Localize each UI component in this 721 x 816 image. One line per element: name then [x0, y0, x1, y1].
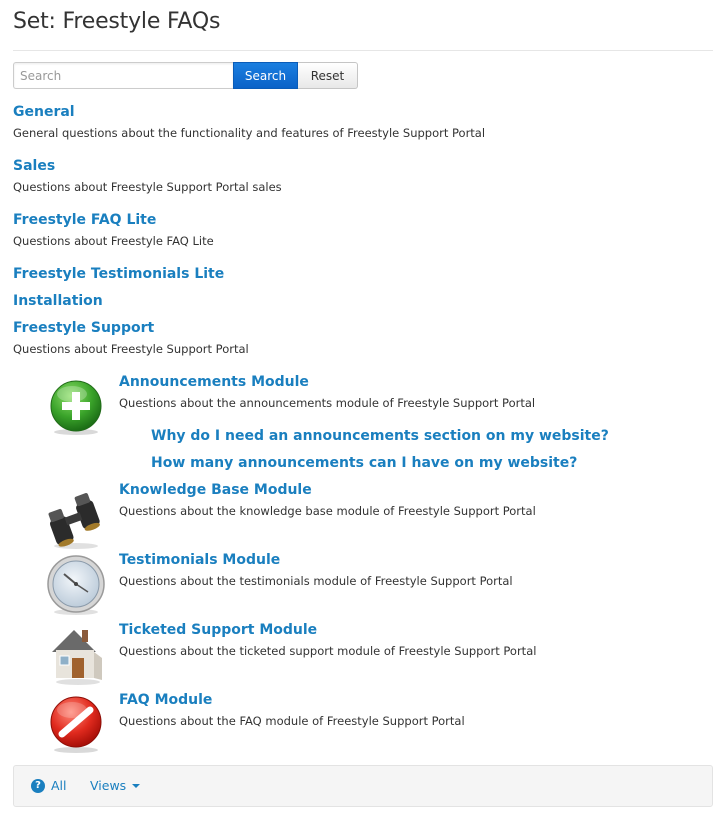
- subcategory-link-ticketed-support[interactable]: Ticketed Support Module: [119, 621, 536, 639]
- category-description: Questions about Freestyle Support Portal…: [13, 180, 282, 194]
- category-link-faq-lite[interactable]: Freestyle FAQ Lite: [13, 211, 214, 229]
- views-label: Views: [90, 778, 127, 793]
- subcategory-description: Questions about the testimonials module …: [119, 574, 513, 588]
- all-link[interactable]: ? All: [31, 778, 67, 793]
- search-input[interactable]: [13, 62, 233, 89]
- plus-icon[interactable]: [44, 374, 108, 438]
- subcategory-knowledge-base: Knowledge Base Module Questions about th…: [119, 481, 536, 519]
- category-link-general[interactable]: General: [13, 103, 485, 121]
- subcategory-link-faq-module[interactable]: FAQ Module: [119, 691, 465, 709]
- reset-button[interactable]: Reset: [298, 62, 358, 89]
- subcategory-description: Questions about the ticketed support mod…: [119, 644, 537, 658]
- subcategory-ticketed-support: Ticketed Support Module Questions about …: [119, 621, 536, 659]
- subcategory-description: Questions about the FAQ module of Freest…: [119, 714, 465, 728]
- subcategory-link-announcements[interactable]: Announcements Module: [119, 373, 535, 391]
- search-bar: Search Reset: [13, 62, 358, 89]
- category-description: Questions about Freestyle Support Portal: [13, 342, 249, 356]
- subcategory-testimonials: Testimonials Module Questions about the …: [119, 551, 513, 589]
- house-icon[interactable]: [44, 622, 108, 686]
- category-faq-lite: Freestyle FAQ Lite Questions about Frees…: [13, 211, 214, 249]
- category-link-installation[interactable]: Installation: [13, 292, 103, 310]
- subcategory-link-knowledge-base[interactable]: Knowledge Base Module: [119, 481, 536, 499]
- category-sales: Sales Questions about Freestyle Support …: [13, 157, 282, 195]
- all-label: All: [51, 778, 67, 793]
- category-freestyle-support: Freestyle Support Questions about Freest…: [13, 319, 249, 357]
- category-link-sales[interactable]: Sales: [13, 157, 282, 175]
- category-general: General General questions about the func…: [13, 103, 485, 141]
- caret-down-icon: [132, 783, 141, 788]
- views-dropdown[interactable]: Views: [90, 778, 141, 793]
- clock-icon[interactable]: [44, 552, 108, 616]
- subcategory-link-testimonials[interactable]: Testimonials Module: [119, 551, 513, 569]
- category-description: General questions about the functionalit…: [13, 126, 486, 140]
- search-button[interactable]: Search: [233, 62, 298, 89]
- title-divider: [13, 50, 713, 51]
- binoculars-icon[interactable]: [44, 488, 108, 552]
- subcategory-announcements: Announcements Module Questions about the…: [119, 373, 535, 411]
- no-entry-icon[interactable]: [44, 690, 108, 754]
- category-description: Questions about Freestyle FAQ Lite: [13, 234, 214, 248]
- category-link-testimonials-lite[interactable]: Freestyle Testimonials Lite: [13, 265, 224, 283]
- question-link[interactable]: Why do I need an announcements section o…: [151, 427, 609, 445]
- footer-toolbar: ? All Views: [13, 765, 713, 807]
- question-circle-icon: ?: [31, 778, 45, 793]
- category-installation: Installation: [13, 292, 103, 310]
- category-link-freestyle-support[interactable]: Freestyle Support: [13, 319, 249, 337]
- subcategory-description: Questions about the announcements module…: [119, 396, 536, 410]
- subcategory-description: Questions about the knowledge base modul…: [119, 504, 536, 518]
- page-title: Set: Freestyle FAQs: [13, 9, 221, 34]
- question-link[interactable]: How many announcements can I have on my …: [151, 454, 577, 472]
- category-testimonials-lite: Freestyle Testimonials Lite: [13, 265, 224, 283]
- subcategory-faq-module: FAQ Module Questions about the FAQ modul…: [119, 691, 465, 729]
